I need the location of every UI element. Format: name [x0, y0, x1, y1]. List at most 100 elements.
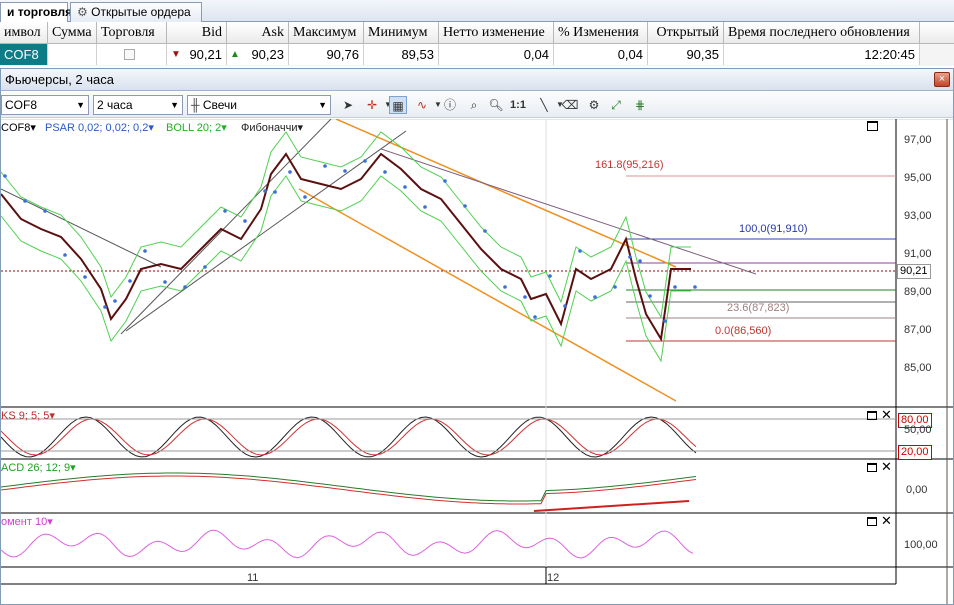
- psar-dot: [303, 195, 307, 199]
- psar-dot: [363, 159, 367, 163]
- col-header-updated[interactable]: Время последнего обновления: [724, 22, 920, 44]
- col-header-symbol[interactable]: имвол: [0, 22, 48, 44]
- chart-type-select[interactable]: ╫ Свечи ▼: [187, 95, 331, 115]
- one-to-one-button[interactable]: 1:1: [509, 96, 527, 114]
- chart-toolbar: COF8 ▼ 2 часа ▼ ╫ Свечи ▼ ➤ ✛ ▼ ▦ ∿ ▼ ⓘ …: [1, 92, 953, 118]
- x-tick: 12: [547, 572, 560, 584]
- psar-dot: [163, 280, 167, 284]
- price-tick: 97,00: [904, 134, 932, 146]
- legend-boll[interactable]: BOLL 20; 2▾: [166, 121, 227, 134]
- settings-icon[interactable]: ⚙: [585, 96, 603, 114]
- info-icon[interactable]: ⓘ: [441, 96, 459, 114]
- psar-dot: [103, 305, 107, 309]
- psar-dot: [128, 279, 132, 283]
- tab-bar: и торговля ⚙ Открытые ордера: [0, 0, 954, 22]
- psar-dot: [578, 249, 582, 253]
- chart-canvas[interactable]: [1, 119, 953, 604]
- cell-updated[interactable]: 12:20:45: [724, 44, 920, 65]
- close-macd-icon[interactable]: ✕: [881, 459, 892, 475]
- fib-tool-icon[interactable]: ⤢: [607, 96, 625, 114]
- psar-dot: [483, 229, 487, 233]
- price-tick: 85,00: [904, 362, 932, 374]
- psar-dot: [463, 204, 467, 208]
- fib-level-161[interactable]: 161.8(95,216): [595, 159, 664, 171]
- macd-divergence-line: [533, 500, 690, 512]
- cell-net-change[interactable]: 0,04: [439, 44, 554, 65]
- psar-dot: [423, 205, 427, 209]
- close-stoch-icon[interactable]: ✕: [881, 407, 892, 423]
- trade-checkbox[interactable]: [124, 49, 135, 60]
- legend-symbol[interactable]: COF8▾: [1, 121, 36, 134]
- close-button[interactable]: ×: [934, 72, 950, 87]
- orders-icon: ⚙: [77, 5, 88, 19]
- momentum-line: [1, 529, 694, 559]
- macd-zero-level: 0,00: [906, 484, 928, 496]
- cell-bid[interactable]: ▼ 90,21: [167, 44, 227, 65]
- app-root: и торговля ⚙ Открытые ордера имвол Сумма…: [0, 0, 954, 605]
- channel-line: [298, 188, 677, 402]
- x-tick: 11: [247, 572, 259, 584]
- trend-line: [120, 119, 332, 335]
- col-header-pct-change[interactable]: % Изменения: [554, 22, 648, 44]
- legend-fib[interactable]: Фибоначчи▾: [241, 121, 303, 134]
- psar-dot: [43, 209, 47, 213]
- fib-level-100[interactable]: 100,0(91,910): [739, 223, 808, 235]
- col-header-low[interactable]: Минимум: [364, 22, 439, 44]
- cell-ask[interactable]: ▲ 90,23: [227, 44, 289, 65]
- price-series: [1, 152, 691, 342]
- tab-trading[interactable]: и торговля: [0, 2, 72, 22]
- trend-line: [380, 148, 757, 275]
- psar-dot: [673, 285, 677, 289]
- tab-open-orders[interactable]: ⚙ Открытые ордера: [70, 2, 202, 22]
- cell-high[interactable]: 90,76: [289, 44, 364, 65]
- price-tick: 91,00: [904, 248, 932, 260]
- ask-value: 90,23: [251, 47, 284, 62]
- stoch-d-line: [1, 418, 697, 456]
- legend-macd[interactable]: ACD 26; 12; 9▾: [1, 461, 76, 474]
- zoom-icon[interactable]: 🔍︎: [487, 96, 505, 114]
- cell-open[interactable]: 90,35: [648, 44, 724, 65]
- chart-type-value: Свечи: [202, 98, 237, 112]
- bid-value: 90,21: [189, 47, 222, 62]
- psar-dot: [223, 209, 227, 213]
- cell-pct-change[interactable]: 0,04: [554, 44, 648, 65]
- macd-signal-line: [1, 475, 697, 505]
- maximize-momentum-icon[interactable]: [867, 517, 877, 526]
- col-header-amount[interactable]: Сумма: [48, 22, 97, 44]
- chart-area[interactable]: COF8▾ PSAR 0,02; 0,02; 0,2▾ BOLL 20; 2▾ …: [1, 119, 953, 604]
- psar-dot: [693, 285, 697, 289]
- cell-low[interactable]: 89,53: [364, 44, 439, 65]
- grid-icon[interactable]: ▦: [389, 96, 407, 114]
- maximize-stoch-icon[interactable]: [867, 411, 877, 420]
- interval-select[interactable]: 2 часа ▼: [93, 95, 183, 115]
- col-header-net-change[interactable]: Нетто изменение: [439, 22, 554, 44]
- cell-trade[interactable]: [97, 44, 167, 65]
- maximize-pane-icon[interactable]: [867, 121, 878, 131]
- close-momentum-icon[interactable]: ✕: [881, 513, 892, 529]
- chevron-down-icon: ▼: [76, 100, 85, 110]
- pointer-icon[interactable]: ➤: [339, 96, 357, 114]
- psar-dot: [663, 319, 667, 323]
- col-header-ask[interactable]: Ask: [227, 22, 289, 44]
- zoom-region-icon[interactable]: ⌕: [465, 96, 483, 114]
- col-header-open[interactable]: Открытый: [648, 22, 724, 44]
- eraser-icon[interactable]: ⌫: [561, 96, 579, 114]
- legend-momentum[interactable]: омент 10▾: [1, 515, 53, 528]
- col-header-high[interactable]: Максимум: [289, 22, 364, 44]
- fib-fan-icon[interactable]: ⋕: [631, 96, 649, 114]
- psar-dot: [288, 170, 292, 174]
- down-arrow-icon: ▼: [171, 49, 181, 60]
- legend-psar[interactable]: PSAR 0,02; 0,02; 0,2▾: [45, 121, 154, 134]
- psar-dot: [3, 174, 7, 178]
- chart-window-titlebar[interactable]: Фьючерсы, 2 часа: [1, 69, 953, 91]
- price-tick: 93,00: [904, 210, 932, 222]
- cell-amount[interactable]: [48, 44, 97, 65]
- legend-stoch[interactable]: KS 9; 5; 5▾: [1, 409, 55, 422]
- cell-symbol[interactable]: COF8: [0, 44, 48, 65]
- col-header-bid[interactable]: Bid: [167, 22, 227, 44]
- symbol-select[interactable]: COF8 ▼: [1, 95, 89, 115]
- fib-level-0[interactable]: 0.0(86,560): [715, 325, 771, 337]
- col-header-trade[interactable]: Торговля: [97, 22, 167, 44]
- maximize-macd-icon[interactable]: [867, 463, 877, 472]
- fib-level-23[interactable]: 23.6(87,823): [727, 302, 789, 314]
